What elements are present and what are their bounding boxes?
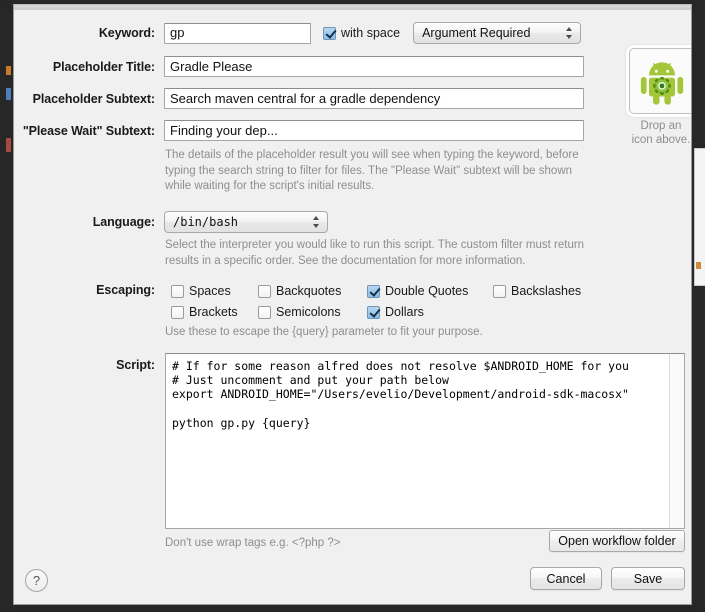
escaping-hint-text: Use these to escape the {query} paramete… — [165, 326, 483, 338]
escape-dollars-checkbox-box[interactable] — [367, 305, 380, 319]
script-filter-dialog: Keyword: with space Argument Required Pl… — [13, 4, 692, 605]
escape-backquotes-label: Backquotes — [276, 284, 342, 298]
save-button[interactable]: Save — [611, 567, 685, 590]
escape-dollars-label: Dollars — [385, 305, 424, 319]
escaping-label: Escaping: — [96, 283, 155, 297]
placeholder-hint-text: The details of the placeholder result yo… — [165, 149, 579, 192]
android-robot-icon — [640, 62, 684, 105]
escape-brackets-checkbox[interactable]: Brackets — [171, 305, 238, 319]
keyword-row: Keyword: with space Argument Required — [14, 22, 582, 44]
escape-semicolons-checkbox[interactable]: Semicolons — [258, 305, 341, 319]
escape-double-quotes-checkbox[interactable]: Double Quotes — [367, 284, 468, 298]
language-row: Language: /bin/bash — [14, 211, 328, 233]
escaping-row: Escaping: — [14, 283, 164, 297]
escape-semicolons-label: Semicolons — [276, 305, 341, 319]
icon-well-caption-line1: Drop an — [640, 120, 682, 132]
with-space-checkbox[interactable]: with space — [323, 26, 400, 40]
script-row: Script: — [14, 358, 164, 372]
escape-double-quotes-label: Double Quotes — [385, 284, 469, 298]
please-wait-subtext-label: "Please Wait" Subtext: — [22, 123, 155, 138]
open-workflow-folder-button[interactable]: Open workflow folder — [549, 530, 685, 552]
desktop-backdrop: Keyword: with space Argument Required Pl… — [0, 0, 705, 612]
escape-backslashes-label: Backslashes — [511, 284, 582, 298]
escape-spaces-checkbox[interactable]: Spaces — [171, 284, 231, 298]
workflow-icon-well[interactable] — [629, 48, 691, 114]
escape-backquotes-checkbox[interactable]: Backquotes — [258, 284, 341, 298]
language-select[interactable]: /bin/bash — [164, 211, 328, 233]
backdrop-accent-red — [6, 138, 11, 152]
placeholder-title-label: Placeholder Title: — [52, 59, 155, 74]
escape-backquotes-checkbox-box[interactable] — [258, 284, 271, 298]
placeholder-subtext-input[interactable] — [164, 88, 584, 109]
script-label: Script: — [116, 358, 155, 372]
backdrop-right-strip — [692, 0, 705, 612]
keyword-label: Keyword: — [98, 26, 155, 40]
escape-brackets-label: Brackets — [189, 305, 238, 319]
script-hint-text: Don't use wrap tags e.g. <?php ?> — [165, 537, 341, 549]
icon-well-caption-line2: icon above. — [631, 134, 691, 146]
placeholder-title-row: Placeholder Title: — [14, 56, 584, 77]
escape-brackets-checkbox-box[interactable] — [171, 305, 184, 319]
titlebar-sliver — [14, 5, 691, 10]
escape-dollars-checkbox[interactable]: Dollars — [367, 305, 424, 319]
script-editor-scrollbar[interactable] — [669, 354, 684, 528]
escape-double-quotes-checkbox-box[interactable] — [367, 284, 380, 298]
placeholder-subtext-label: Placeholder Subtext: — [32, 91, 155, 106]
argument-mode-select[interactable]: Argument Required — [413, 22, 582, 44]
placeholder-subtext-row: Placeholder Subtext: — [14, 88, 584, 109]
backdrop-accent-blue — [6, 88, 11, 100]
language-label: Language: — [92, 215, 155, 229]
cancel-button[interactable]: Cancel — [530, 567, 602, 590]
escape-spaces-checkbox-box[interactable] — [171, 284, 184, 298]
argument-mode-value: Argument Required — [422, 26, 531, 40]
language-value: /bin/bash — [173, 215, 239, 229]
please-wait-subtext-row: "Please Wait" Subtext: — [14, 120, 584, 141]
escape-semicolons-checkbox-box[interactable] — [258, 305, 271, 319]
escape-backslashes-checkbox-box[interactable] — [493, 284, 506, 298]
chevron-updown-icon — [313, 215, 320, 229]
language-hint-text: Select the interpreter you would like to… — [165, 239, 585, 267]
with-space-checkbox-box[interactable] — [323, 26, 336, 40]
icon-well-caption: Drop an icon above. — [615, 119, 691, 147]
placeholder-title-input[interactable] — [164, 56, 584, 77]
escape-spaces-label: Spaces — [189, 284, 231, 298]
backdrop-accent-amber — [696, 262, 701, 269]
keyword-input[interactable] — [164, 22, 311, 44]
backdrop-accent-orange — [6, 66, 11, 75]
help-button[interactable]: ? — [25, 569, 48, 592]
escape-backslashes-checkbox[interactable]: Backslashes — [493, 284, 581, 298]
script-editor-content[interactable]: # If for some reason alfred does not res… — [166, 354, 684, 435]
with-space-label: with space — [341, 26, 401, 40]
chevron-updown-icon — [566, 26, 573, 40]
script-editor[interactable]: # If for some reason alfred does not res… — [165, 353, 685, 529]
please-wait-subtext-input[interactable] — [164, 120, 584, 141]
